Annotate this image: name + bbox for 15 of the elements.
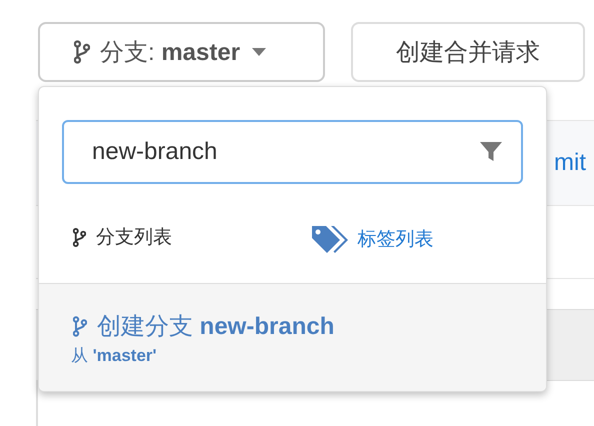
branch-icon: [73, 226, 86, 248]
list-tab[interactable]: 标签列表: [310, 224, 546, 254]
branch-icon: [74, 39, 90, 65]
branch-icon: [73, 314, 87, 338]
create-branch-item[interactable]: 创建分支 new-branch 从 'master': [39, 283, 546, 391]
filter-icon: [479, 140, 503, 164]
link-text[interactable]: mit: [554, 149, 586, 177]
list-tab[interactable]: 分支列表: [73, 220, 310, 254]
branch-search-field[interactable]: new-branch: [62, 120, 523, 184]
source-branch-text: 从 'master': [71, 345, 158, 367]
create-merge-request-button[interactable]: 创建合并请求: [351, 22, 585, 82]
branch-dropdown-button[interactable]: 分支: master: [38, 22, 325, 82]
tags-icon: [310, 224, 348, 254]
create-branch-title: 创建分支 new-branch: [97, 312, 334, 342]
caret-icon: [252, 48, 266, 56]
